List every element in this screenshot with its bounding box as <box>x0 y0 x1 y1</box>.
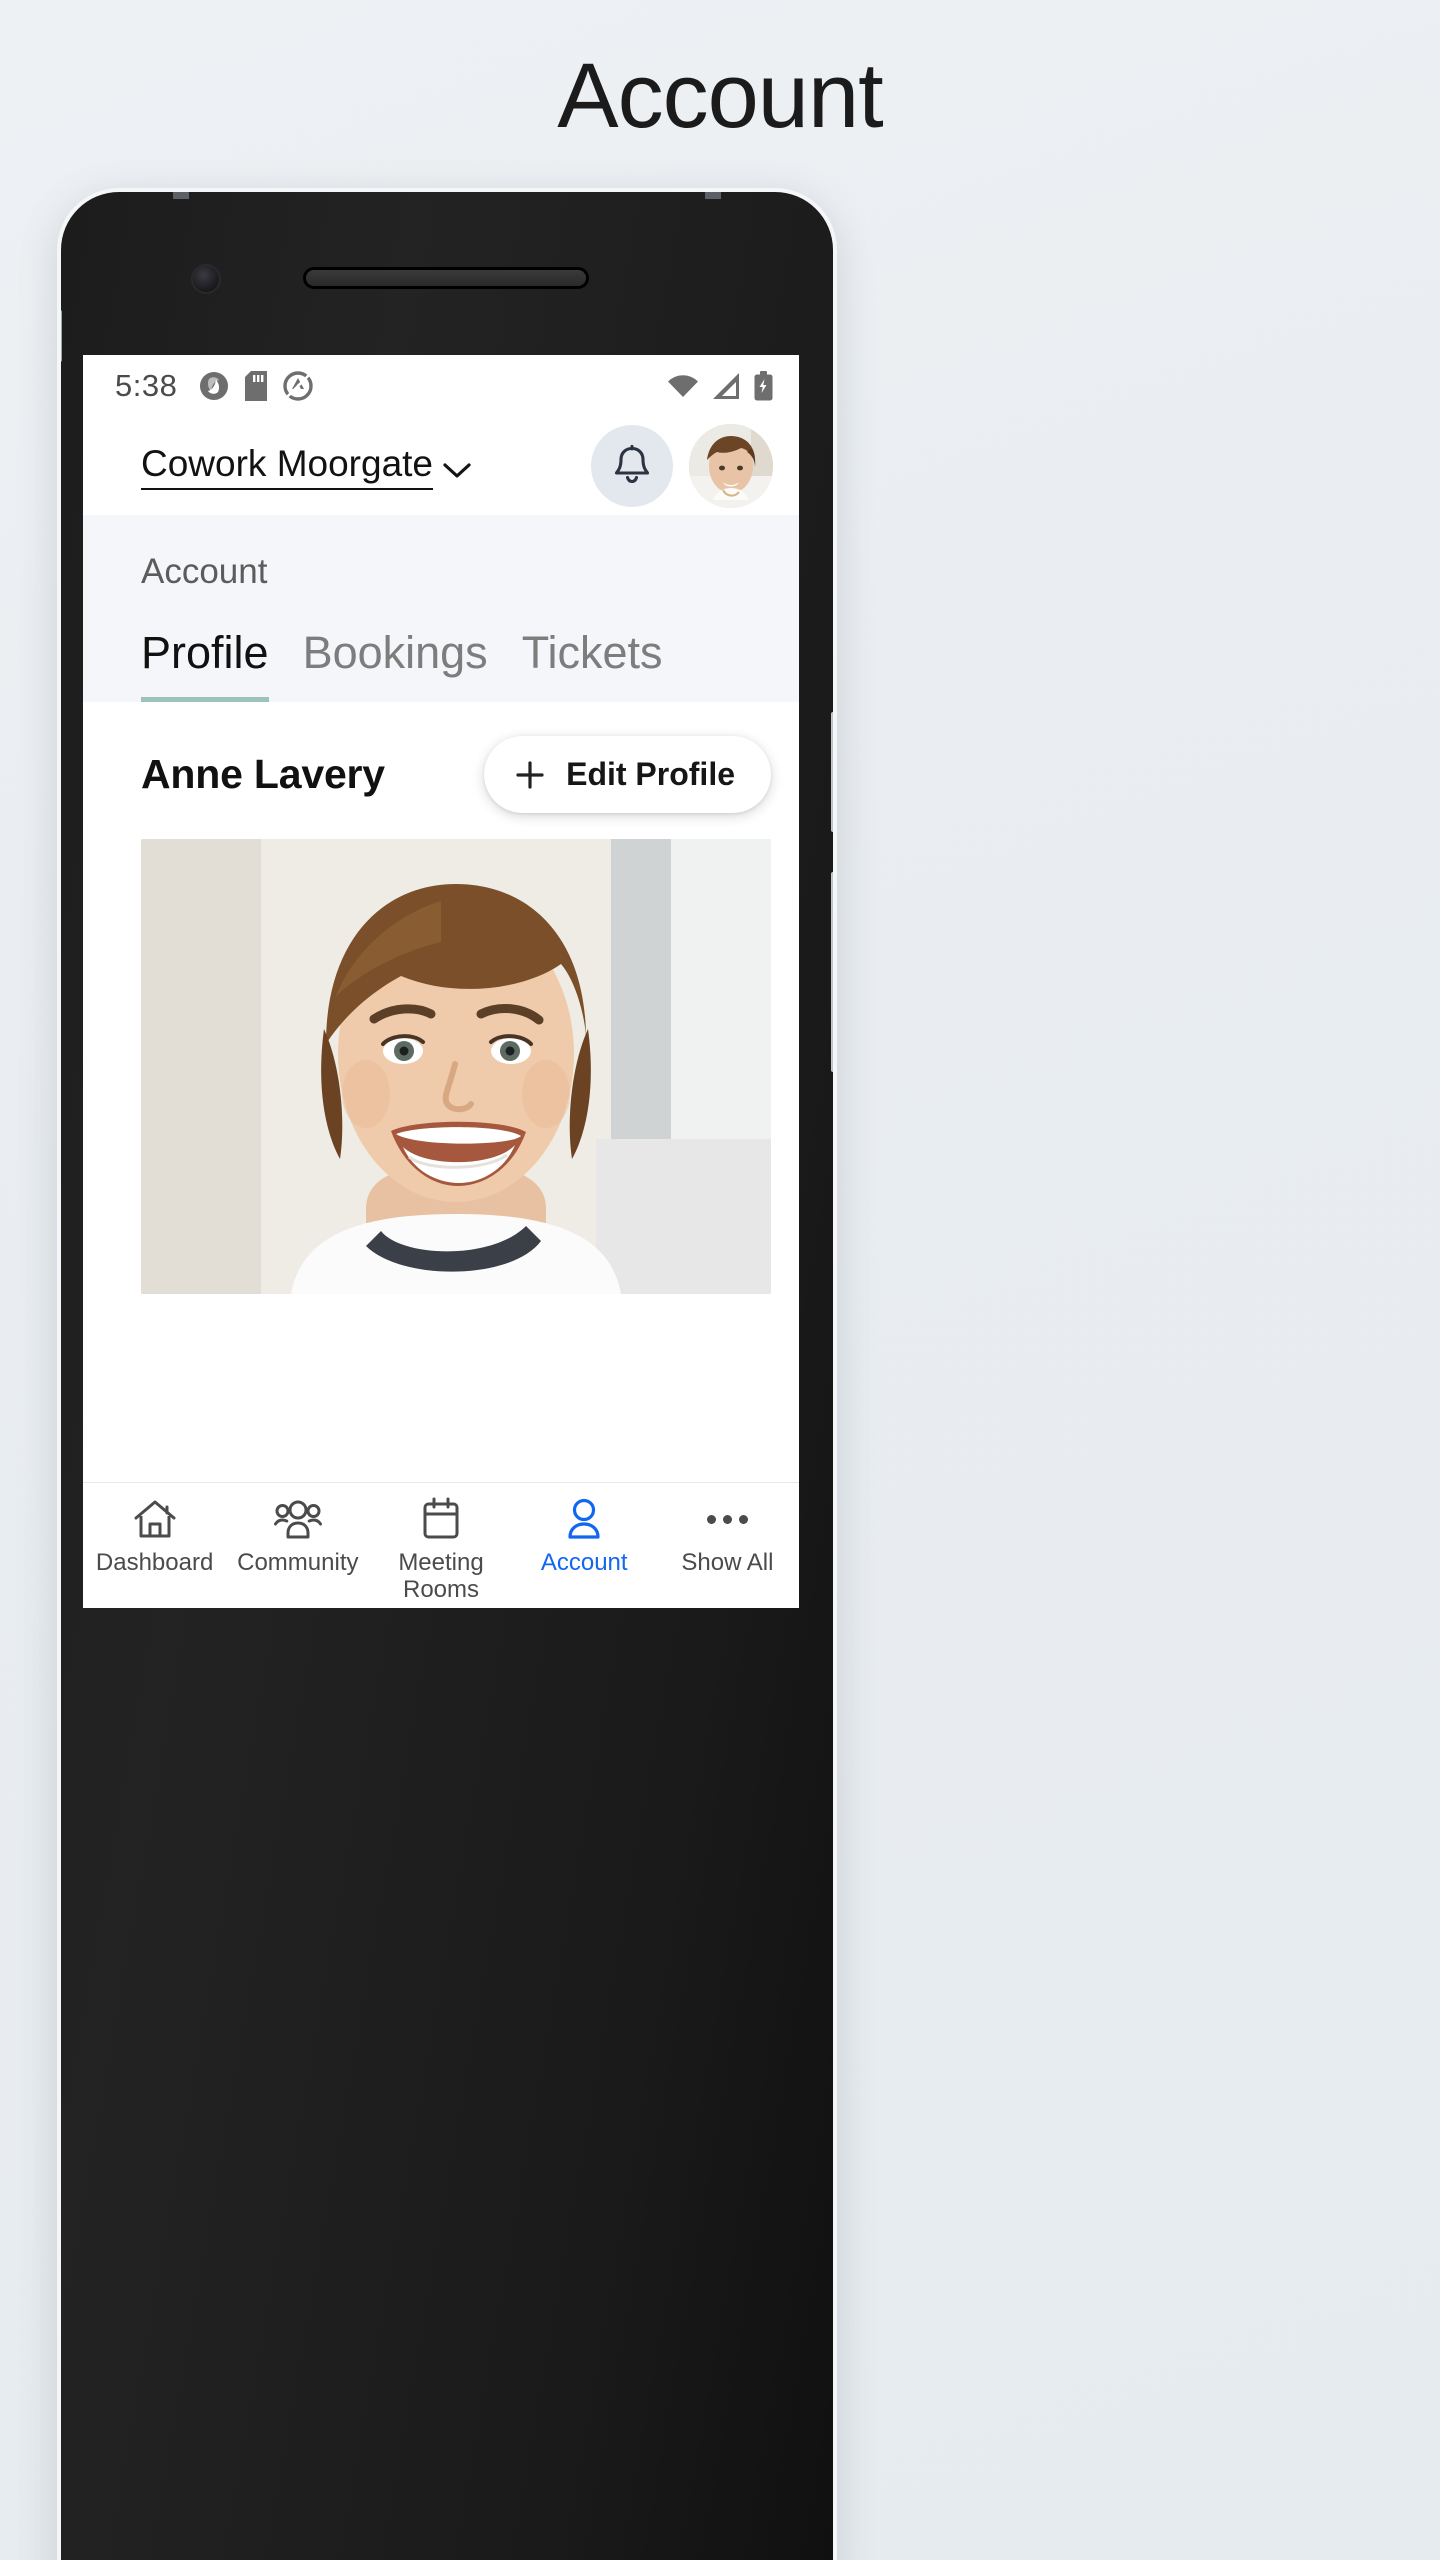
edit-profile-button[interactable]: Edit Profile <box>484 736 771 813</box>
phone-button-power[interactable] <box>831 872 833 1072</box>
tab-tickets[interactable]: Tickets <box>522 627 663 702</box>
nav-item-meeting-rooms[interactable]: Meeting Rooms <box>369 1497 512 1604</box>
profile-content: Anne Lavery Edit Profile Dashboard Commu… <box>83 702 799 1608</box>
status-left-icons <box>199 371 314 401</box>
home-icon <box>133 1497 177 1541</box>
app-glyph-icon <box>200 372 229 400</box>
app-header: Cowork Moorgate <box>83 417 799 515</box>
tab-bookings[interactable]: Bookings <box>303 627 488 702</box>
nav-item-show-all[interactable]: Show All <box>656 1497 799 1577</box>
nav-item-community[interactable]: Community <box>226 1497 369 1577</box>
tab-profile[interactable]: Profile <box>141 627 269 702</box>
chevron-down-icon <box>443 463 471 478</box>
cellular-signal-icon <box>713 373 739 399</box>
plus-icon <box>516 760 544 789</box>
nav-label-community: Community <box>237 1549 359 1576</box>
nav-label-show-all: Show All <box>681 1549 774 1576</box>
section-title: Account <box>141 552 268 591</box>
people-icon <box>273 1497 322 1541</box>
antenna-notch-right <box>705 192 721 199</box>
phone-button-volume[interactable] <box>831 712 833 832</box>
status-right-icons <box>666 371 773 401</box>
phone-screen: 5:38 Cowork Moorgate Account Profile Boo… <box>83 355 799 1608</box>
ellipsis-icon <box>706 1497 748 1541</box>
profile-photo-image <box>141 839 771 1294</box>
notifications-button[interactable] <box>591 425 673 507</box>
wifi-icon <box>668 375 698 397</box>
nav-item-account[interactable]: Account <box>513 1497 656 1577</box>
page-title: Account <box>557 45 883 147</box>
earpiece-speaker <box>306 270 586 286</box>
avatar-photo <box>689 424 773 508</box>
calendar-icon <box>421 1497 461 1541</box>
edit-profile-label: Edit Profile <box>566 756 735 792</box>
status-bar: 5:38 <box>83 355 799 417</box>
profile-header-row: Anne Lavery Edit Profile <box>83 702 799 839</box>
profile-photo[interactable] <box>141 839 771 1294</box>
nav-label-meeting-rooms: Meeting Rooms <box>398 1549 484 1603</box>
sd-card-icon <box>245 371 268 401</box>
account-tabs: Profile Bookings Tickets <box>83 593 799 702</box>
front-camera <box>193 266 219 292</box>
profile-name: Anne Lavery <box>141 751 385 797</box>
avatar[interactable] <box>689 424 773 508</box>
phone-body: 5:38 Cowork Moorgate Account Profile Boo… <box>61 192 833 2560</box>
venue-selector[interactable]: Cowork Moorgate <box>141 442 471 490</box>
app-circle-icon <box>283 371 314 401</box>
bottom-navigation: Dashboard Community Meeting Rooms Accoun… <box>83 1482 799 1608</box>
antenna-notch-left <box>173 192 189 199</box>
venue-name: Cowork Moorgate <box>141 442 434 490</box>
status-time: 5:38 <box>115 368 178 403</box>
nav-label-dashboard: Dashboard <box>95 1549 214 1576</box>
battery-charging-icon <box>754 371 773 401</box>
header-actions <box>591 424 773 508</box>
nav-item-dashboard[interactable]: Dashboard <box>83 1497 226 1577</box>
phone-button-left[interactable] <box>61 310 62 362</box>
account-section-header: Account Profile Bookings Tickets <box>83 515 799 702</box>
bell-icon <box>614 444 650 484</box>
phone-mockup: 5:38 Cowork Moorgate Account Profile Boo… <box>57 188 837 2560</box>
nav-label-account: Account <box>540 1549 628 1576</box>
person-icon <box>564 1497 604 1541</box>
